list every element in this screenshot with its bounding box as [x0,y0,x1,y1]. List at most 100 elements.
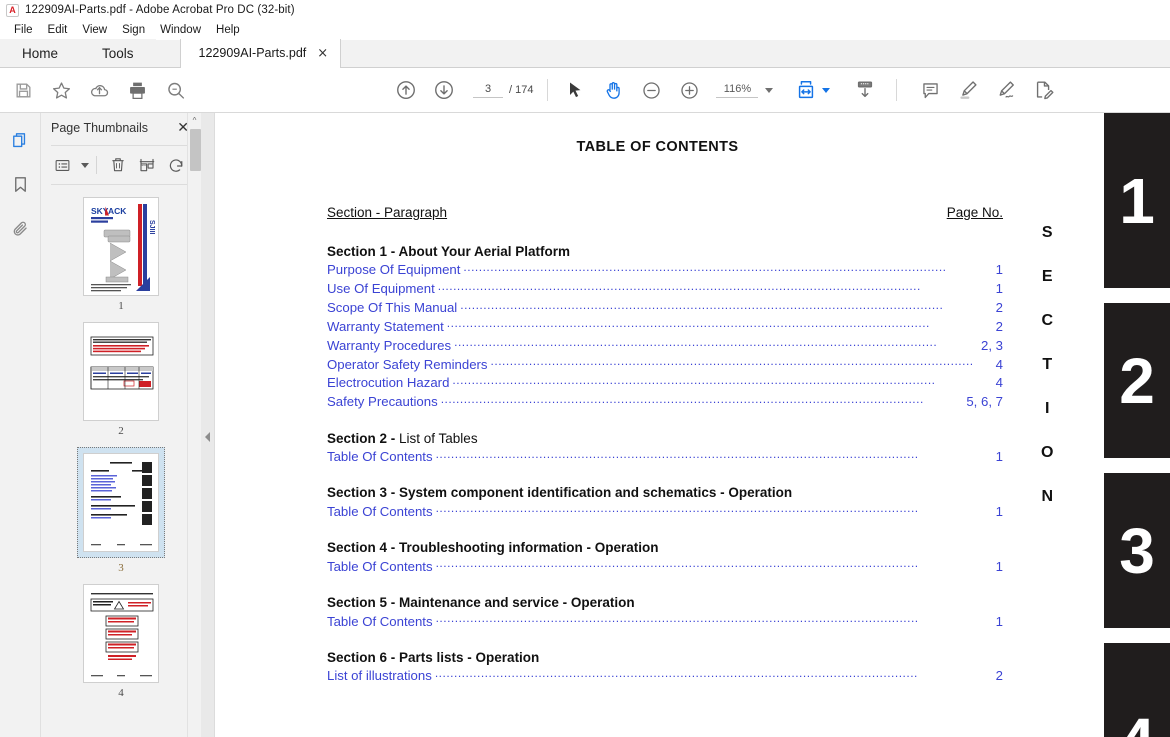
close-icon[interactable]: × [317,47,328,60]
scrollbar-thumb[interactable] [190,129,201,171]
rail-item-attachments[interactable] [5,213,35,243]
chevron-down-icon[interactable] [765,87,774,93]
thumbnail-list[interactable]: SKY ACK SJIII 1 2 3 4 [41,185,201,737]
section-tab-4[interactable]: 4 [1104,643,1170,737]
section-tab-1[interactable]: 1 [1104,113,1170,288]
panel-toolbar-divider [96,156,97,174]
previous-page-button[interactable] [387,73,425,107]
toc-entry[interactable]: List of illustrations ..................… [327,666,1003,685]
save-button[interactable] [4,73,42,107]
toc-leader-dots: ........................................… [435,611,919,626]
add-to-favorites-button[interactable] [42,73,80,107]
panel-title: Page Thumbnails [51,121,149,135]
collapse-panel-icon[interactable] [205,432,210,442]
tab-strip: Home Tools 122909AI-Parts.pdf × [0,39,1170,68]
toc-entry[interactable]: Table Of Contents ......................… [327,447,1003,466]
zoom-out-button[interactable] [632,73,670,107]
extract-pages-button[interactable] [133,152,160,179]
toc-leader-dots: ........................................… [452,372,936,387]
zoom-in-button[interactable] [670,73,708,107]
menu-view[interactable]: View [75,23,115,37]
toc-entry-page: 1 [995,449,1003,465]
menu-help[interactable]: Help [209,23,248,37]
draw-markup-button[interactable] [987,73,1025,107]
toc-entry[interactable]: Warranty Procedures ....................… [327,335,1003,354]
section-tab-3[interactable]: 3 [1104,473,1170,628]
thumbnail-page-1[interactable]: SKY ACK SJIII 1 [41,197,201,312]
section-tab-2[interactable]: 2 [1104,303,1170,458]
scroll-up-icon[interactable]: ^ [188,113,201,127]
toolbar-divider [547,79,549,101]
toc-entry[interactable]: Table Of Contents ......................… [327,611,1003,630]
fit-width-chevron-down-icon[interactable] [822,87,831,93]
next-page-button[interactable] [425,73,463,107]
section-letter: S [1041,224,1053,241]
toc-entry[interactable]: Safety Precautions .....................… [327,392,1003,411]
toc-section-heading-text: About Your Aerial Platform [398,244,571,259]
toc-leader-dots: ........................................… [435,556,919,571]
toc-entry-page: 2 [995,300,1003,316]
toc-entry[interactable]: Table Of Contents ......................… [327,556,1003,575]
toc-entry-label: Safety Precautions [327,394,438,410]
thumbnail-label-page-1: 1 [118,300,124,312]
toc-entry-page: 1 [995,613,1003,629]
toc-entry[interactable]: Electrocution Hazard ...................… [327,373,1003,392]
toc-entry-label: Purpose Of Equipment [327,262,461,278]
window-title: 122909AI-Parts.pdf - Adobe Acrobat Pro D… [25,4,295,16]
search-button[interactable] [156,73,194,107]
toc-entry[interactable]: Operator Safety Reminders ..............… [327,354,1003,373]
read-mode-button[interactable] [846,73,884,107]
tab-document[interactable]: 122909AI-Parts.pdf × [179,39,342,68]
menu-file[interactable]: File [7,23,41,37]
highlight-text-button[interactable] [949,73,987,107]
rail-item-bookmarks[interactable] [5,169,35,199]
thumbnail-panel-scrollbar[interactable]: ^ [187,113,201,737]
tab-home[interactable]: Home [0,39,81,67]
add-comment-button[interactable] [911,73,949,107]
fill-and-sign-button[interactable] [1025,73,1063,107]
toc-column-headers: Section - Paragraph Page No. [327,205,1003,220]
toc-section-5: Section 5 - Maintenance and service - Op… [327,595,1170,630]
toc-entry[interactable]: Use Of Equipment .......................… [327,279,1003,298]
toc-entry[interactable]: Purpose Of Equipment ...................… [327,260,1003,279]
document-view[interactable]: TABLE OF CONTENTS Section - Paragraph Pa… [215,113,1170,737]
main-toolbar: / 174 [0,68,1170,113]
toc-leader-dots: ........................................… [490,354,974,369]
thumbnail-page-3[interactable]: 3 [41,447,201,574]
toc-entry-page: 1 [995,558,1003,574]
menu-sign[interactable]: Sign [115,23,153,37]
toc-entry[interactable]: Warranty Statement .....................… [327,316,1003,335]
upload-to-cloud-button[interactable] [80,73,118,107]
thumbnail-label-page-3: 3 [118,562,124,574]
menu-edit[interactable]: Edit [41,23,76,37]
toc-entry[interactable]: Table Of Contents ......................… [327,501,1003,520]
toc-entry-label: Scope Of This Manual [327,300,458,316]
thumbnail-options-button[interactable] [49,152,76,179]
toc-entry-label: Table Of Contents [327,613,433,629]
thumbnail-page-2[interactable]: 2 [41,322,201,437]
toc-leader-dots: ........................................… [460,297,944,312]
zoom-level-input[interactable] [716,82,759,98]
tab-tools[interactable]: Tools [80,39,156,67]
section-letter: N [1041,488,1053,505]
thumbnail-page-4[interactable]: 4 [41,584,201,699]
menu-window[interactable]: Window [153,23,209,37]
panel-splitter[interactable] [201,113,215,737]
toc-section-heading-number: Section 4 - Troubleshooting information … [327,540,659,556]
toc-section-heading: Section 2 - List of Tables [327,431,1003,446]
print-button[interactable] [118,73,156,107]
rotate-pages-button[interactable] [162,152,189,179]
thumbnail-options-chevron-down-icon[interactable] [81,162,89,168]
toolbar-divider-2 [896,79,898,101]
toc-entry-page: 1 [995,262,1003,278]
hand-tool-button[interactable] [594,73,632,107]
select-tool-button[interactable] [556,73,594,107]
fit-width-button[interactable] [791,73,821,107]
section-thumb-tabs: 1 2 3 4 [1104,113,1170,737]
toc-leader-dots: ........................................… [454,335,938,350]
toc-leader-dots: ........................................… [435,501,919,516]
delete-pages-button[interactable] [104,152,131,179]
toc-entry[interactable]: Scope Of This Manual ...................… [327,298,1003,317]
rail-item-page-thumbnails[interactable] [5,125,35,155]
page-number-input[interactable] [473,82,503,98]
